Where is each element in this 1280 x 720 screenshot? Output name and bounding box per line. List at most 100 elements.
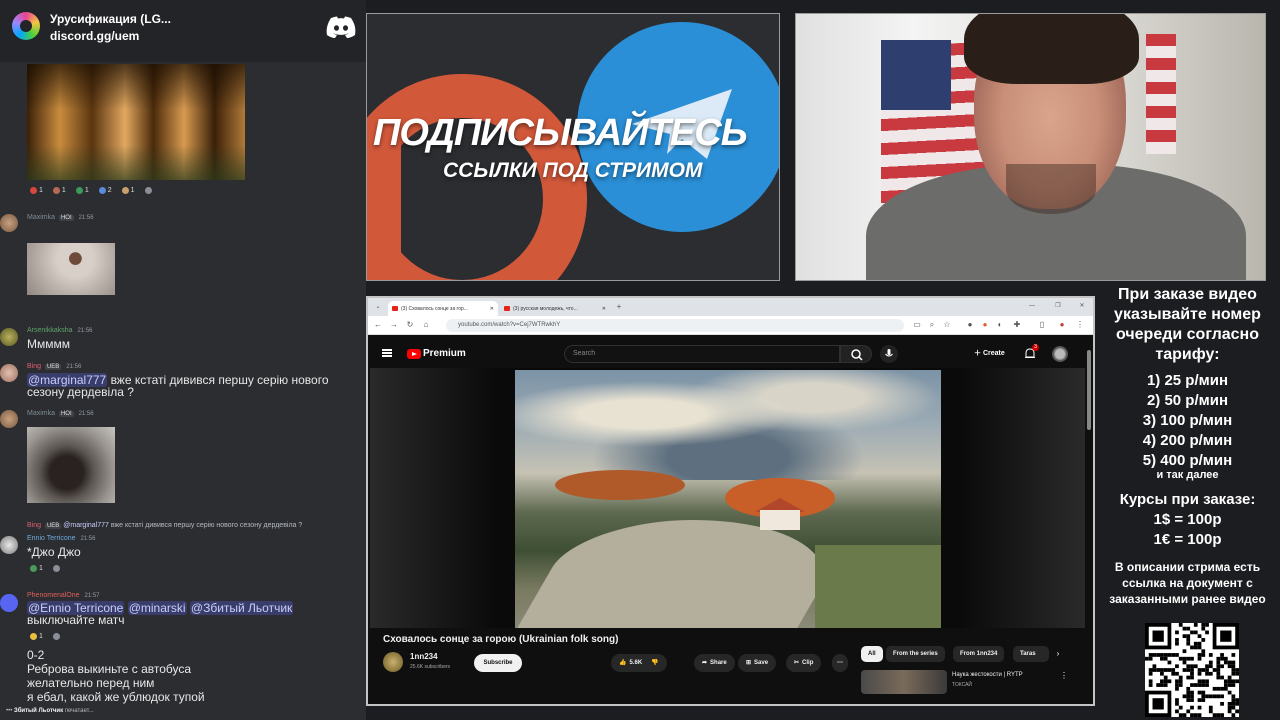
tab-search-icon[interactable]: ⌄	[374, 303, 382, 311]
extension-icon[interactable]: ●	[981, 321, 989, 329]
reaction-count: 1	[39, 186, 43, 194]
avatar[interactable]	[0, 214, 18, 232]
cast-icon[interactable]: ▭	[913, 321, 921, 329]
thumbs-up-icon: 👍	[619, 660, 627, 666]
more-actions-button[interactable]: ⋯	[832, 654, 848, 672]
smiley-icon	[52, 632, 60, 640]
tab-close-icon[interactable]: ✕	[490, 306, 498, 312]
extension-icon[interactable]: ●	[966, 321, 974, 329]
share-button[interactable]: ➦ Share	[694, 654, 735, 672]
profile-icon[interactable]: ●	[1058, 321, 1066, 329]
sidebar-icon[interactable]: ▯	[1038, 321, 1046, 329]
reaction[interactable]: 1	[49, 184, 69, 196]
message-image-attachment[interactable]	[27, 427, 115, 503]
search-input[interactable]: Search	[564, 345, 840, 363]
reload-icon[interactable]: ↻	[406, 321, 414, 329]
user-mention[interactable]: @minarski	[127, 601, 187, 615]
clip-button[interactable]: ✂ Clip	[786, 654, 822, 672]
message-image-attachment[interactable]	[27, 64, 245, 180]
streamer-beard	[1006, 164, 1096, 214]
tab-close-icon[interactable]: ✕	[602, 306, 610, 312]
reaction[interactable]: 2	[95, 184, 115, 196]
add-reaction-button[interactable]	[49, 630, 63, 642]
reaction[interactable]: 1	[72, 184, 92, 196]
message-image-attachment[interactable]	[27, 243, 115, 295]
thumbs-down-icon[interactable]: 👎	[651, 654, 658, 672]
bookmark-star-icon[interactable]: ☆	[943, 321, 951, 329]
emoji-icon	[75, 186, 83, 194]
message-header: Arsenikkaksha 21:56	[27, 327, 93, 334]
chip-taras[interactable]: Taras	[1013, 646, 1049, 662]
search-icon	[851, 349, 863, 361]
chip-all[interactable]: All	[861, 646, 883, 662]
recommended-thumbnail[interactable]	[861, 670, 947, 694]
maximize-icon[interactable]: ❐	[1054, 302, 1062, 310]
home-icon[interactable]: ⌂	[422, 321, 430, 329]
reaction[interactable]: 1	[118, 184, 138, 196]
youtube-premium-label[interactable]: Premium	[423, 348, 466, 359]
chevron-right-icon[interactable]: ›	[1054, 650, 1062, 658]
forward-icon[interactable]: →	[390, 321, 398, 329]
message-header: Bing UEB 21:56	[27, 363, 81, 370]
flag-canton	[881, 40, 951, 110]
server-title: Урусификация (LG...	[50, 12, 171, 26]
author-name[interactable]: Ennio Terricone	[27, 535, 76, 542]
chip-from-channel[interactable]: From 1nn234	[953, 646, 1005, 662]
back-icon[interactable]: ←	[374, 321, 382, 329]
author-name[interactable]: Maximka	[27, 214, 55, 221]
author-name[interactable]: PhenomenalOne	[27, 592, 80, 599]
tab[interactable]: (3) русская молодежь, что... ✕	[500, 301, 610, 316]
reaction[interactable]: 1	[27, 562, 46, 574]
channel-name[interactable]: 1nn234	[410, 652, 438, 661]
add-reaction-button[interactable]	[141, 184, 155, 196]
price-tier: 4) 200 р/мин	[1142, 432, 1233, 449]
account-avatar[interactable]	[1052, 346, 1068, 362]
avatar[interactable]	[0, 594, 18, 612]
save-button[interactable]: ⊞ Save	[738, 654, 777, 672]
reaction[interactable]: 1	[27, 630, 46, 642]
browser-menu-icon[interactable]: ⋮	[1076, 321, 1084, 329]
avatar[interactable]	[0, 536, 18, 554]
server-invite-link[interactable]: discord.gg/uem	[50, 29, 139, 43]
tab-label: (3) русская молодежь, что...	[513, 305, 578, 312]
document-note: В описании стрима есть ссылка на докумен…	[1109, 560, 1266, 606]
subscribe-button[interactable]: Subscribe	[474, 654, 522, 672]
author-name[interactable]: Maximka	[27, 410, 55, 417]
author-name[interactable]: Arsenikkaksha	[27, 327, 73, 334]
server-tag: HOI	[58, 215, 74, 221]
avatar[interactable]	[0, 364, 18, 382]
address-bar[interactable]: youtube.com/watch?v=Cej7WTRwkhY	[446, 319, 904, 332]
video-frame[interactable]	[515, 370, 941, 628]
reaction[interactable]: 1	[27, 184, 46, 196]
author-name[interactable]: Bing	[27, 363, 41, 370]
recommended-menu-icon[interactable]: ⋮	[1060, 672, 1068, 680]
page-scrollbar[interactable]	[1087, 350, 1091, 430]
chip-from-series[interactable]: From the series	[886, 646, 945, 662]
add-reaction-button[interactable]	[49, 562, 63, 574]
zoom-icon[interactable]: ⌕	[928, 321, 936, 329]
search-button[interactable]	[840, 345, 872, 363]
avatar[interactable]	[0, 328, 18, 346]
user-mention[interactable]: @Збитый Льотчик	[189, 601, 294, 615]
channel-avatar[interactable]	[383, 652, 403, 672]
new-tab-icon[interactable]: +	[615, 303, 623, 311]
video-player[interactable]	[370, 368, 1085, 628]
close-window-icon[interactable]: ✕	[1078, 302, 1086, 310]
price-tier: 2) 50 р/мин	[1146, 392, 1229, 409]
minimize-icon[interactable]: —	[1028, 302, 1036, 310]
create-button[interactable]: ＋ Create	[968, 345, 1011, 363]
message-text-part: вже кстаті дивився першу серію нового	[107, 373, 329, 387]
avatar[interactable]	[0, 410, 18, 428]
hamburger-menu-icon[interactable]	[382, 349, 392, 357]
microphone-icon	[885, 349, 893, 357]
reply-preview[interactable]: Bing UEB @marginal777 вже кстаті дивився…	[27, 522, 302, 529]
tab-active[interactable]: (3) Сховалось сонце за гор... ✕	[388, 301, 498, 316]
recommended-title[interactable]: Наука жестокости | RYTP	[952, 672, 1023, 678]
voice-search-button[interactable]	[880, 345, 898, 363]
extension-icon[interactable]: ◐	[996, 321, 1004, 329]
server-tag: HOI	[58, 411, 74, 417]
like-button[interactable]: 👍 5.6K 👎	[611, 654, 667, 672]
extensions-puzzle-icon[interactable]: ✚	[1013, 321, 1021, 329]
youtube-logo-icon[interactable]	[407, 349, 421, 359]
server-tag: UEB	[44, 523, 62, 529]
